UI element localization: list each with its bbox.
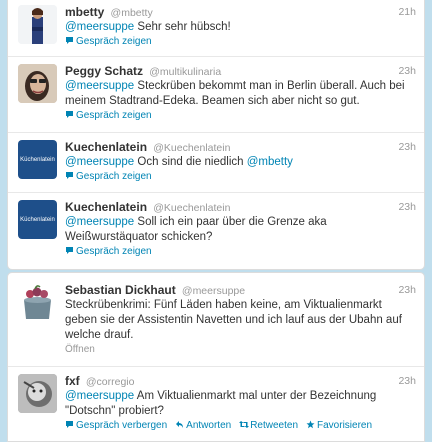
avatar[interactable] — [18, 374, 57, 413]
favorite-button[interactable]: Favorisieren — [306, 419, 372, 432]
tweet-fullname[interactable]: Peggy Schatz — [65, 64, 143, 78]
show-conversation-label: Gespräch zeigen — [76, 171, 152, 182]
tweet-text: @meersuppe Am Viktualienmarkt mal unter … — [65, 390, 377, 417]
tweet-timestamp[interactable]: 23h — [398, 283, 416, 298]
show-conversation-button[interactable]: Gespräch zeigen — [65, 245, 416, 258]
tweet-fullname[interactable]: Kuechenlatein — [65, 140, 147, 154]
tweet-item[interactable]: Sebastian Dickhaut @meersuppe 23h Steckr… — [8, 273, 424, 366]
tweet-fullname[interactable]: mbetty — [65, 5, 104, 19]
tweet-text: Steckrübenkrimi: Fünf Läden haben keine,… — [65, 299, 402, 341]
tweet-mention[interactable]: @meersuppe — [65, 21, 134, 33]
tweet-mention[interactable]: @meersuppe — [65, 216, 134, 228]
tweet-text: @meersuppe Steckrüben bekommt man in Ber… — [65, 80, 405, 107]
avatar[interactable]: Küchenlatein — [18, 140, 57, 179]
tweet-item[interactable]: Küchenlatein Kuechenlatein @Kuechenlatei… — [8, 132, 424, 192]
tweet-fullname[interactable]: Kuechenlatein — [65, 200, 147, 214]
tweet-timestamp[interactable]: 23h — [398, 200, 416, 215]
tweet-item[interactable]: Küchenlatein Kuechenlatein @Kuechenlatei… — [8, 192, 424, 269]
speech-bubble-icon — [65, 171, 74, 180]
tweet-username[interactable]: @Kuechenlatein — [153, 142, 230, 154]
show-conversation-label: Gespräch zeigen — [76, 110, 152, 121]
show-conversation-button[interactable]: Gespräch zeigen — [65, 170, 416, 183]
tweet-mention[interactable]: @meersuppe — [65, 80, 134, 92]
reply-button[interactable]: Antworten — [175, 419, 231, 432]
reply-icon — [175, 420, 184, 429]
retweet-icon — [239, 420, 250, 429]
avatar[interactable]: Küchenlatein — [18, 200, 57, 239]
avatar[interactable] — [18, 283, 57, 322]
tweet-item[interactable]: Peggy Schatz @multikulinaria 23h @meersu… — [8, 56, 424, 132]
hide-conversation-button[interactable]: Gespräch verbergen — [65, 420, 167, 431]
timeline-card-top: mbetty @mbetty 21h @meersuppe Sehr sehr … — [7, 0, 425, 270]
show-conversation-button[interactable]: Gespräch zeigen — [65, 35, 416, 48]
tweet-text: @meersuppe Sehr sehr hübsch! — [65, 21, 231, 33]
tweet-item[interactable]: mbetty @mbetty 21h @meersuppe Sehr sehr … — [8, 0, 424, 56]
tweet-username[interactable]: @corregio — [86, 376, 135, 388]
retweet-button[interactable]: Retweeten — [239, 419, 298, 432]
tweet-item[interactable]: fxf @corregio 23h @meersuppe Am Viktuali… — [8, 366, 424, 441]
tweet-username[interactable]: @meersuppe — [182, 285, 245, 297]
tweet-timestamp[interactable]: 21h — [398, 5, 416, 20]
avatar[interactable] — [18, 64, 57, 103]
show-conversation-label: Gespräch zeigen — [76, 36, 152, 47]
speech-bubble-icon — [65, 36, 74, 45]
timeline-card-bottom: Sebastian Dickhaut @meersuppe 23h Steckr… — [7, 272, 425, 442]
tweet-text: @meersuppe Soll ich ein paar über die Gr… — [65, 216, 327, 243]
avatar[interactable] — [18, 5, 57, 44]
tweet-username[interactable]: @multikulinaria — [149, 66, 221, 78]
speech-bubble-icon — [65, 246, 74, 255]
tweet-fullname[interactable]: Sebastian Dickhaut — [65, 283, 176, 297]
tweet-mention[interactable]: @meersuppe — [65, 156, 134, 168]
speech-bubble-icon — [65, 420, 74, 429]
tweet-mention[interactable]: @mbetty — [247, 156, 293, 168]
star-icon — [306, 420, 315, 429]
tweet-timestamp[interactable]: 23h — [398, 374, 416, 389]
tweet-mention[interactable]: @meersuppe — [65, 390, 134, 402]
tweet-text: @meersuppe Och sind die niedlich @mbetty — [65, 156, 293, 168]
tweet-username[interactable]: @Kuechenlatein — [153, 202, 230, 214]
tweet-timestamp[interactable]: 23h — [398, 64, 416, 79]
tweet-fullname[interactable]: fxf — [65, 374, 80, 388]
tweet-username[interactable]: @mbetty — [111, 7, 153, 19]
speech-bubble-icon — [65, 110, 74, 119]
show-conversation-button[interactable]: Gespräch zeigen — [65, 109, 416, 122]
open-tweet-button[interactable]: Öffnen — [65, 343, 416, 356]
tweet-timestamp[interactable]: 23h — [398, 140, 416, 155]
tweet-actions: Gespräch verbergen Antworten Retweeten Favo… — [65, 419, 416, 432]
show-conversation-label: Gespräch zeigen — [76, 246, 152, 257]
